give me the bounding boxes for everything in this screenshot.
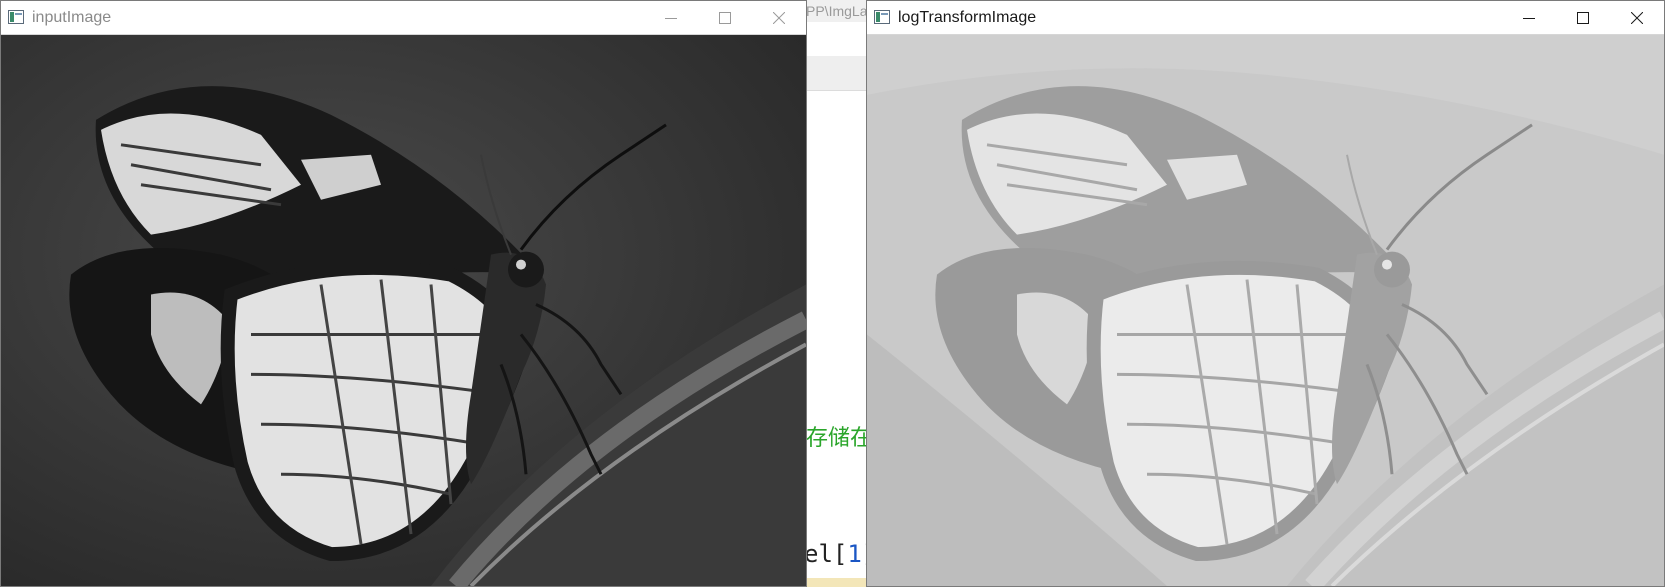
- image-canvas: [867, 35, 1664, 586]
- image-canvas: [1, 35, 806, 586]
- maximize-icon: [1577, 11, 1589, 24]
- ide-bottom-bar: [806, 578, 866, 587]
- ide-code-number: 1: [847, 540, 862, 568]
- ide-code-prefix: el[: [804, 540, 848, 568]
- ide-path-text: PP\ImgLa: [806, 0, 866, 22]
- minimize-button[interactable]: [644, 1, 698, 34]
- maximize-button[interactable]: [698, 1, 752, 34]
- window-titlebar[interactable]: logTransformImage: [867, 1, 1664, 35]
- window-title: inputImage: [32, 9, 112, 26]
- ide-toolbar: [806, 56, 866, 91]
- maximize-icon: [719, 11, 731, 24]
- input-image-window[interactable]: inputImage: [0, 0, 807, 587]
- close-icon: [773, 11, 785, 24]
- window-titlebar[interactable]: inputImage: [1, 1, 806, 35]
- app-icon: [8, 10, 24, 24]
- close-button[interactable]: [752, 1, 806, 34]
- ide-comment-text: 存储在: [806, 425, 873, 450]
- butterfly-image: [1, 35, 806, 586]
- log-transform-image-window[interactable]: logTransformImage: [866, 0, 1665, 587]
- minimize-icon: [1523, 17, 1535, 19]
- background-ide-window: PP\ImgLa 存储在 el[1]: [804, 0, 876, 587]
- minimize-icon: [665, 17, 677, 19]
- maximize-button[interactable]: [1556, 1, 1610, 34]
- close-button[interactable]: [1610, 1, 1664, 34]
- butterfly-image: [867, 35, 1664, 586]
- window-title: logTransformImage: [898, 9, 1037, 26]
- minimize-button[interactable]: [1502, 1, 1556, 34]
- close-icon: [1631, 11, 1643, 24]
- app-icon: [874, 10, 890, 24]
